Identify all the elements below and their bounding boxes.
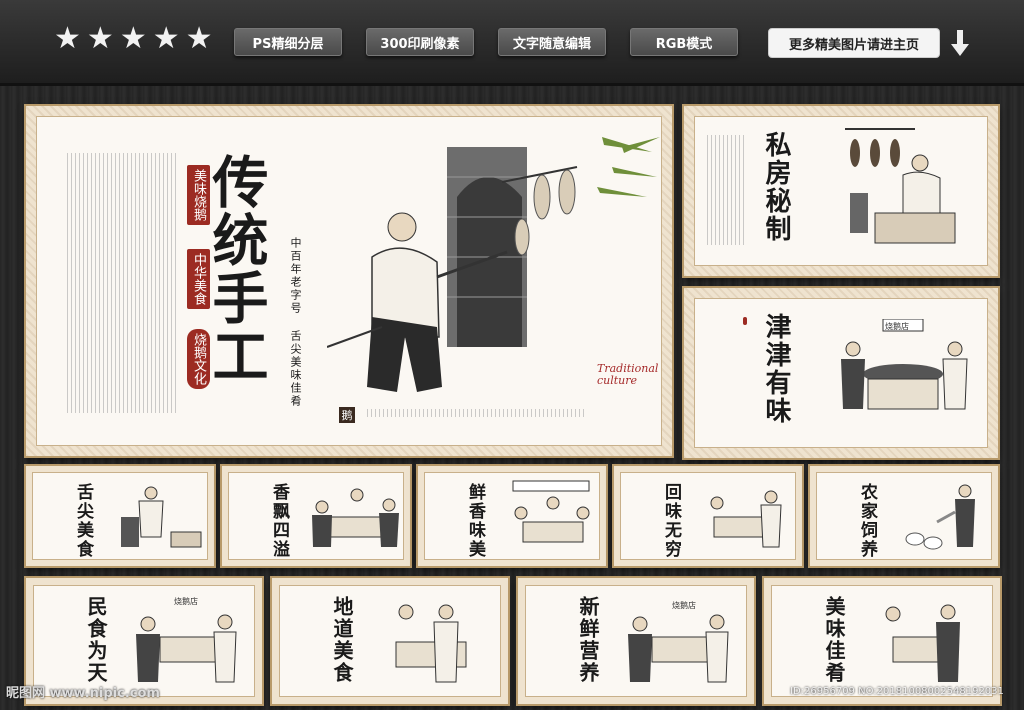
bottom-title-3: 新鲜营养 <box>576 596 600 684</box>
site-watermark: 昵图网 www.nipic.com <box>6 686 160 701</box>
tag-editable-text: 文字随意编辑 <box>498 28 606 56</box>
top-bar: ★ ★ ★ ★ ★ PS精细分层 300印刷像素 文字随意编辑 RGB模式 更多… <box>0 0 1024 86</box>
eating-illustration <box>710 490 782 548</box>
shop-sign: 烧鹅店 <box>885 322 909 331</box>
side-poster-1: 私房秘制 <box>684 106 998 276</box>
stall-illustration <box>512 480 590 543</box>
body-text-block <box>67 153 177 413</box>
bottom-title-4: 美味佳肴 <box>822 596 846 684</box>
small-title-3: 鲜香味美 <box>465 483 485 559</box>
small-poster-1: 舌尖美食 <box>26 466 214 566</box>
main-slogan: 中百年老字号 舌尖美味佳肴 <box>289 237 302 408</box>
footer-text <box>367 409 587 417</box>
star-icon: ★ <box>119 21 147 56</box>
small-poster-4: 回味无穷 <box>614 466 802 566</box>
shop-sign: 烧鹅店 <box>174 597 198 606</box>
tavern-illustration <box>136 614 237 683</box>
diners-table-illustration <box>841 319 968 410</box>
side-poster-2: 津津有味 烧鹅店 <box>684 288 998 458</box>
main-title: 传统手工 <box>203 153 269 385</box>
chef-serving-illustration <box>121 486 202 548</box>
tag-print-pixels: 300印刷像素 <box>366 28 474 56</box>
small-poster-5: 农家饲养 <box>810 466 998 566</box>
side-poster-2-paper: 津津有味 烧鹅店 <box>694 298 988 448</box>
small-title-4: 回味无穷 <box>661 483 681 559</box>
tag-ps-layers: PS精细分层 <box>234 28 342 56</box>
main-poster-paper: 美味烧鹅 中华美食 烧鹅文化 传统手工 中百年老字号 舌尖美味佳肴 Tradit… <box>36 116 662 446</box>
small-poster-3: 鲜香味美 <box>418 466 606 566</box>
star-icon: ★ <box>54 21 81 56</box>
bamboo-leaves-icon <box>597 137 660 197</box>
goose-seal: 鹅 <box>339 407 355 423</box>
small-title-5: 农家饲养 <box>857 483 877 559</box>
bottom-title-1: 民食为天 <box>84 596 108 684</box>
side-poster-1-paper: 私房秘制 <box>694 116 988 266</box>
side-title-1: 私房秘制 <box>761 131 791 243</box>
small-title-2: 香飘四溢 <box>269 483 289 559</box>
small-title-1: 舌尖美食 <box>73 483 93 559</box>
feeding-geese-illustration <box>905 484 975 550</box>
side-title-2: 津津有味 <box>761 313 791 425</box>
chef-carving-illustration <box>845 128 956 244</box>
more-images-button[interactable]: 更多精美图片请进主页 <box>768 28 940 58</box>
star-icon: ★ <box>185 21 213 56</box>
shop-sign: 烧鹅店 <box>672 601 696 610</box>
star-icon: ★ <box>86 21 114 56</box>
star-rating: ★ ★ ★ ★ ★ <box>54 24 213 54</box>
bottom-poster-3: 新鲜营养 烧鹅店 <box>518 578 754 704</box>
bottom-title-2: 地道美食 <box>330 596 354 684</box>
brand-mark: Traditional culture <box>597 362 659 387</box>
small-poster-2: 香飘四溢 <box>222 466 410 566</box>
dining-illustration <box>395 604 467 683</box>
bottom-poster-2: 地道美食 <box>272 578 508 704</box>
main-poster: 美味烧鹅 中华美食 烧鹅文化 传统手工 中百年老字号 舌尖美味佳肴 Tradit… <box>26 106 672 456</box>
tag-rgb-mode: RGB模式 <box>630 28 738 56</box>
down-arrow-icon <box>951 30 969 56</box>
image-id-watermark: ID:26956709 NO:20181008002548192031 <box>790 686 1004 697</box>
diners-illustration <box>312 488 399 547</box>
banquet-illustration <box>885 604 960 682</box>
star-icon: ★ <box>152 21 180 56</box>
